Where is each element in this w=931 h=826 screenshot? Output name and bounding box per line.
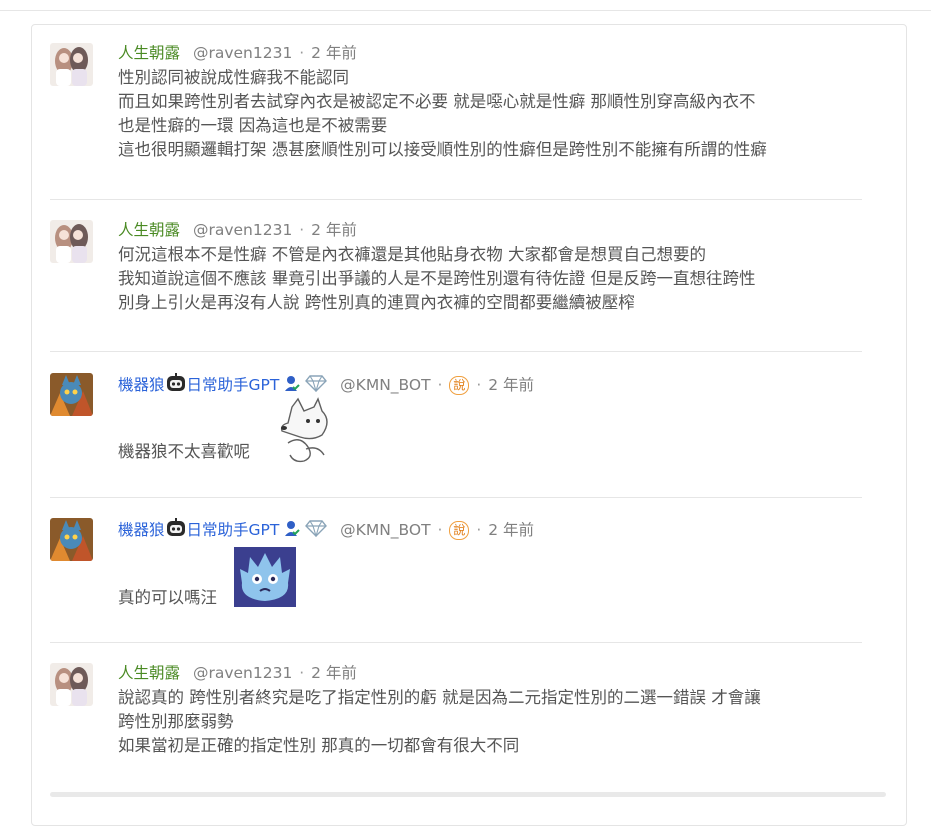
user-avatar[interactable]	[50, 518, 93, 561]
comment-text: 真的可以嗎汪	[118, 588, 217, 607]
comment-text: 機器狼不太喜歡呢	[118, 442, 250, 461]
text-line: 別身上引火是再沒有人說 跨性別真的連買內衣褲的空間都要繼續被壓榨	[118, 293, 635, 312]
text-line: 也是性癖的一環 因為這也是不被需要	[118, 116, 388, 135]
user-avatar[interactable]	[50, 663, 93, 706]
robot-wolf-avatar-icon	[50, 518, 93, 561]
girls-avatar-icon	[50, 220, 93, 263]
text-line: 性別認同被說成性癖我不能認同	[118, 68, 349, 87]
bot-tag-badge[interactable]: 說	[449, 376, 470, 395]
separator-dot: ·	[299, 221, 305, 239]
user-avatar[interactable]	[50, 220, 93, 263]
diamond-icon	[305, 519, 328, 542]
text-line: 何況這根本不是性癖 不管是內衣褲還是其他貼身衣物 大家都會是想買自己想要的	[118, 245, 706, 264]
text-line: 跨性別那麼弱勢	[118, 712, 234, 731]
username-link[interactable]: 人生朝露	[118, 221, 180, 239]
comment-time[interactable]: 2 年前	[488, 376, 534, 394]
separator-dot: ·	[437, 521, 443, 539]
username-link[interactable]: 機器狼	[118, 521, 165, 539]
username-link[interactable]: 日常助手GPT	[187, 521, 280, 539]
user-handle[interactable]: @KMN_BOT	[340, 376, 430, 394]
comment-time[interactable]: 2 年前	[311, 44, 357, 62]
girls-avatar-icon	[50, 43, 93, 86]
girls-avatar-icon	[50, 663, 93, 706]
separator-dot: ·	[299, 44, 305, 62]
text-line: 我知道說這個不應該 畢竟引出爭議的人是不是跨性別還有待佐證 但是反跨一直想往跨性	[118, 269, 756, 288]
text-line: 而且如果跨性別者去試穿內衣是被認定不必要 就是噁心就是性癖 那順性別穿高級內衣不	[118, 92, 756, 111]
user-handle[interactable]: @raven1231	[193, 44, 292, 62]
user-handle[interactable]: @raven1231	[193, 221, 292, 239]
comment-text: 何況這根本不是性癖 不管是內衣褲還是其他貼身衣物 大家都會是想買自己想要的 我知…	[118, 243, 862, 315]
separator-dot: ·	[299, 664, 305, 682]
username-link[interactable]: 機器狼	[118, 376, 165, 394]
comment-text: 性別認同被說成性癖我不能認同 而且如果跨性別者去試穿內衣是被認定不必要 就是噁心…	[118, 66, 862, 162]
comment-item: 人生朝露 @raven1231 · 2 年前 性別認同被說成性癖我不能認同 而且…	[50, 43, 862, 200]
blue-monster-sticker-icon	[234, 547, 296, 607]
diamond-icon	[305, 374, 328, 397]
comment-time[interactable]: 2 年前	[311, 664, 357, 682]
verified-user-icon	[284, 519, 300, 542]
comment-time[interactable]: 2 年前	[488, 521, 534, 539]
separator-dot: ·	[437, 376, 443, 394]
separator-dot: ·	[476, 376, 482, 394]
user-avatar[interactable]	[50, 43, 93, 86]
username-link[interactable]: 人生朝露	[118, 44, 180, 62]
top-bar-edge	[0, 0, 931, 11]
text-line: 這也很明顯邏輯打架 憑甚麼順性別可以接受順性別的性癖但是跨性別不能擁有所謂的性癖	[118, 140, 767, 159]
text-line: 如果當初是正確的指定性別 那真的一切都會有很大不同	[118, 736, 520, 755]
comment-item: 機器狼 日常助手GPT @KMN_BOT · 說 · 2 年前 機器狼不太喜歡呢	[50, 373, 862, 498]
username-link[interactable]: 人生朝露	[118, 664, 180, 682]
text-line: 說認真的 跨性別者終究是吃了指定性別的虧 就是因為二元指定性別的二選一錯誤 才會…	[118, 688, 761, 707]
comment-item: 人生朝露 @raven1231 · 2 年前 說認真的 跨性別者終究是吃了指定性…	[50, 663, 862, 773]
comment-time[interactable]: 2 年前	[311, 221, 357, 239]
separator-dot: ·	[476, 521, 482, 539]
comment-item: 機器狼 日常助手GPT @KMN_BOT · 說 · 2 年前 真的可以嗎汪	[50, 518, 862, 643]
robot-wolf-avatar-icon	[50, 373, 93, 416]
robot-face-icon	[165, 373, 187, 398]
robot-face-icon	[165, 518, 187, 543]
horizontal-scrollbar[interactable]	[50, 792, 886, 797]
user-handle[interactable]: @raven1231	[193, 664, 292, 682]
wolf-sticker-icon	[280, 397, 328, 463]
username-link[interactable]: 日常助手GPT	[187, 376, 280, 394]
user-handle[interactable]: @KMN_BOT	[340, 521, 430, 539]
comment-text: 說認真的 跨性別者終究是吃了指定性別的虧 就是因為二元指定性別的二選一錯誤 才會…	[118, 686, 862, 758]
verified-user-icon	[284, 374, 300, 397]
comment-item: 人生朝露 @raven1231 · 2 年前 何況這根本不是性癖 不管是內衣褲還…	[50, 220, 862, 352]
user-avatar[interactable]	[50, 373, 93, 416]
bot-tag-badge[interactable]: 說	[449, 521, 470, 540]
